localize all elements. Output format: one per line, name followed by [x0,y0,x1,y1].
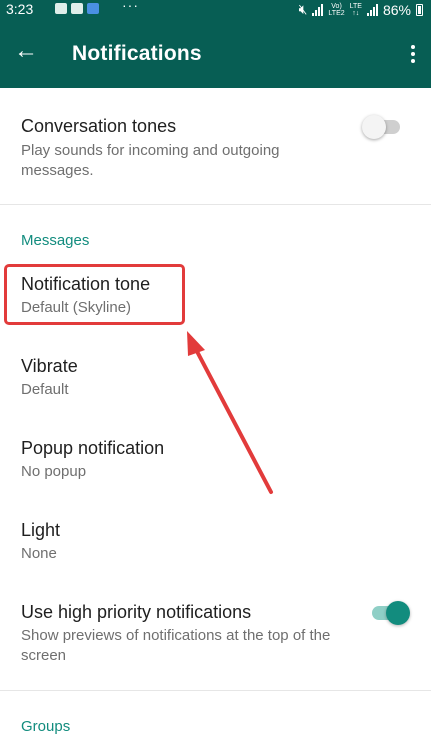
groups-section-header: Groups [21,718,71,735]
messages-section-header: Messages [21,232,90,249]
email-icon [71,3,83,14]
divider [0,690,431,691]
status-bar: 3:23 ··· 🔇︎ Vo) LTE2 LTE ↑↓ 86% [0,0,431,20]
conversation-tones-toggle[interactable] [362,115,400,139]
lte-label: LTE ↑↓ [349,2,362,17]
signal-icon-2 [366,3,378,16]
high-priority-toggle[interactable] [372,601,410,625]
gallery-icon [55,3,67,14]
more-vertical-icon[interactable] [403,42,423,66]
music-icon [87,3,99,14]
conversation-tones-row[interactable]: Conversation tones Play sounds for incom… [0,88,431,204]
page-title: Notifications [72,42,202,65]
vibrate-value: Default [21,381,69,398]
arrow-left-icon[interactable]: ← [12,37,40,65]
popup-notification-value: No popup [21,463,87,480]
vibrate-title: Vibrate [21,356,78,376]
light-title: Light [21,520,61,540]
popup-notification-row[interactable]: Popup notification No popup [0,426,431,506]
battery-percent: 86% [382,1,411,18]
status-right: 🔇︎ Vo) LTE2 LTE ↑↓ 86% [299,1,423,18]
status-time: 3:23 [6,1,34,17]
more-notifications-icon: ··· [122,0,139,13]
light-row[interactable]: Light None [0,508,431,588]
divider [0,204,431,205]
vibrate-row[interactable]: Vibrate Default [0,344,431,424]
high-priority-row[interactable]: Use high priority notifications Show pre… [0,590,431,690]
high-priority-subtitle: Show previews of notifications at the to… [21,627,331,664]
high-priority-title: Use high priority notifications [21,602,252,622]
notification-icons [55,3,99,14]
light-value: None [21,545,57,562]
app-bar: ← Notifications [0,20,431,88]
conversation-tones-title: Conversation tones [21,116,177,136]
volte-label: Vo) LTE2 [328,2,345,17]
signal-icon [312,3,324,16]
highlight-box [4,264,185,325]
mute-icon: 🔇︎ [298,1,308,17]
battery-icon [416,3,423,16]
popup-notification-title: Popup notification [21,438,165,458]
conversation-tones-subtitle: Play sounds for incoming and outgoing me… [21,142,280,179]
